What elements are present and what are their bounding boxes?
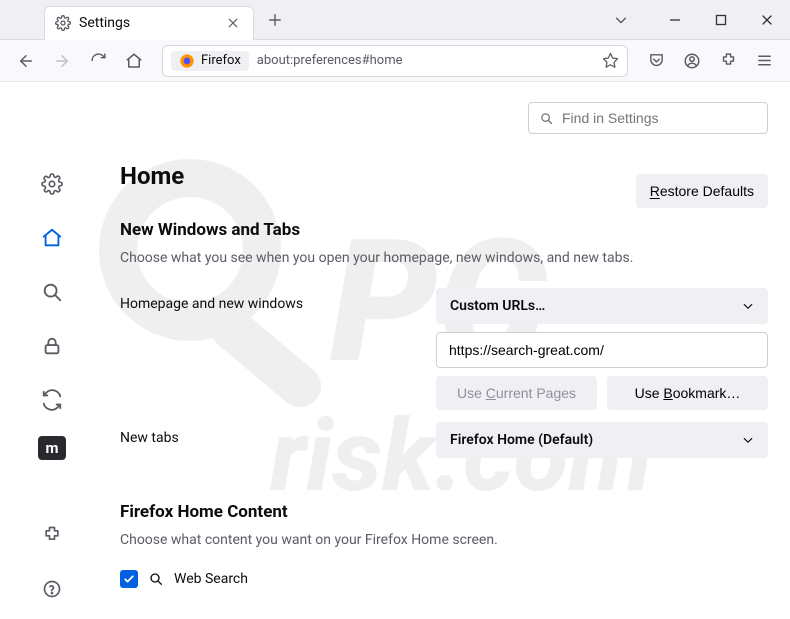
option-web-search[interactable]: Web Search — [120, 570, 768, 588]
search-icon — [148, 571, 164, 587]
back-button[interactable] — [10, 45, 42, 77]
maximize-button[interactable] — [698, 0, 744, 40]
reload-button[interactable] — [82, 45, 114, 77]
settings-sidebar: m — [0, 82, 104, 619]
search-icon — [539, 111, 554, 126]
sidebar-extensions[interactable] — [34, 517, 70, 553]
homepage-mode-dropdown[interactable]: Custom URLs… — [436, 288, 768, 324]
section-desc: Choose what content you want on your Fir… — [120, 532, 768, 548]
restore-defaults-button[interactable]: RRestore Defaultsestore Defaults — [636, 174, 768, 208]
section-desc: Choose what you see when you open your h… — [120, 250, 768, 266]
sidebar-search[interactable] — [34, 274, 70, 310]
sidebar-sync[interactable] — [34, 382, 70, 418]
section-new-windows-tabs: New Windows and Tabs — [120, 220, 768, 240]
extensions-button[interactable] — [712, 45, 744, 77]
tab-title: Settings — [79, 15, 130, 31]
account-button[interactable] — [676, 45, 708, 77]
row-label-newtabs: New tabs — [120, 422, 436, 446]
checkbox-checked[interactable] — [120, 570, 138, 588]
newtabs-mode-dropdown[interactable]: Firefox Home (Default) — [436, 422, 768, 458]
page-title: Home — [120, 162, 184, 190]
identity-label: Firefox — [201, 53, 241, 68]
option-label: Web Search — [174, 571, 248, 587]
settings-search-input[interactable] — [562, 110, 757, 126]
gear-icon — [55, 15, 71, 31]
row-label-homepage: Homepage and new windows — [120, 288, 436, 312]
sidebar-privacy[interactable] — [34, 328, 70, 364]
minimize-button[interactable] — [652, 0, 698, 40]
dropdown-value: Firefox Home (Default) — [450, 432, 593, 448]
window-titlebar: Settings — [0, 0, 790, 40]
new-tab-button[interactable] — [262, 7, 288, 33]
address-bar[interactable]: Firefox about:preferences#home — [162, 45, 628, 77]
identity-box[interactable]: Firefox — [171, 51, 249, 71]
browser-tab[interactable]: Settings — [44, 6, 254, 40]
close-tab-icon[interactable] — [223, 17, 243, 29]
firefox-icon — [179, 53, 195, 69]
use-current-pages-button[interactable]: Use Current Pages — [436, 376, 597, 410]
close-window-button[interactable] — [744, 0, 790, 40]
forward-button[interactable] — [46, 45, 78, 77]
tabs-overflow-button[interactable] — [602, 0, 640, 40]
sidebar-more-mozilla[interactable]: m — [38, 436, 66, 460]
section-firefox-home-content: Firefox Home Content — [120, 502, 768, 522]
pocket-button[interactable] — [640, 45, 672, 77]
chevron-down-icon — [742, 434, 754, 446]
use-bookmark-button[interactable]: Use Bookmark… — [607, 376, 768, 410]
sidebar-help[interactable] — [34, 571, 70, 607]
nav-toolbar: Firefox about:preferences#home — [0, 40, 790, 82]
settings-main: Home RRestore Defaultsestore Defaults Ne… — [104, 82, 790, 619]
settings-search[interactable] — [528, 102, 768, 134]
sidebar-general[interactable] — [34, 166, 70, 202]
dropdown-value: Custom URLs… — [450, 298, 545, 314]
app-menu-button[interactable] — [748, 45, 780, 77]
homepage-url-input[interactable] — [436, 332, 768, 368]
home-button[interactable] — [118, 45, 150, 77]
window-controls — [652, 0, 790, 40]
bookmark-star-icon[interactable] — [602, 52, 619, 69]
url-text: about:preferences#home — [257, 53, 403, 68]
sidebar-home[interactable] — [34, 220, 70, 256]
chevron-down-icon — [742, 300, 754, 312]
